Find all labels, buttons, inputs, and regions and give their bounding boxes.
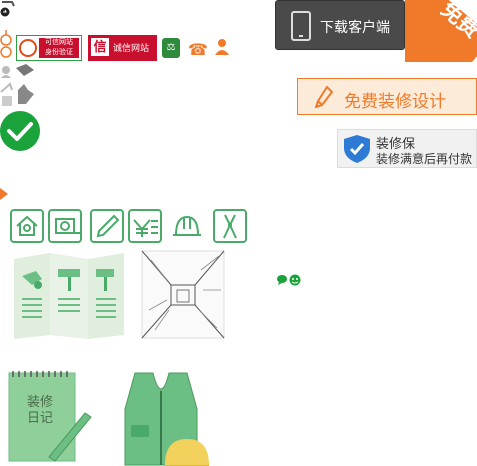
mobile-phone-icon: [291, 11, 311, 41]
interior-sketch-image: [141, 250, 225, 339]
diary-title-line2: 日记: [27, 411, 54, 426]
integrity-site-badge[interactable]: 信 诚信网站: [88, 35, 157, 61]
download-client-label: 下载客户端: [320, 19, 390, 35]
house-icon[interactable]: [10, 209, 44, 243]
shield-check-icon: [344, 135, 370, 163]
trusted-site-top: 可信网站: [45, 39, 73, 46]
free-design-button[interactable]: 免费装修设计: [297, 78, 477, 115]
integrity-site-label: 诚信网站: [113, 43, 150, 53]
section-arrow-icon: [0, 188, 8, 200]
guarantee-badge[interactable]: 装修保 装修满意后再付款: [337, 129, 477, 168]
trusted-site-bottom: 身份验证: [45, 49, 73, 56]
download-client-button[interactable]: 下载客户端: [275, 0, 405, 50]
police-shield-icon[interactable]: ⚖: [162, 38, 180, 58]
pen-icon: [315, 86, 333, 108]
decoration-diary-image: 装修 日记: [7, 369, 92, 464]
yuan-price-icon[interactable]: [128, 209, 162, 243]
floor-plan-brochure-image: [14, 253, 124, 339]
trusted-seal-icon: [19, 39, 37, 57]
user-icon[interactable]: [214, 38, 230, 56]
tape-measure-icon[interactable]: [48, 209, 82, 243]
free-design-label: 免费装修设计: [344, 92, 446, 111]
xin-char: 信: [91, 38, 109, 56]
pencil-icon[interactable]: [90, 209, 124, 243]
diary-title-line1: 装修: [27, 395, 54, 410]
chat-smiley-icons[interactable]: [276, 274, 302, 289]
trusted-site-badge[interactable]: 可信网站 身份验证: [16, 35, 82, 61]
check-circle-icon: [0, 111, 40, 151]
hard-hat-icon[interactable]: [170, 209, 204, 243]
free-ribbon: 免费: [405, 0, 477, 62]
guarantee-subtitle: 装修满意后再付款: [376, 152, 473, 166]
telephone-icon[interactable]: ☎: [188, 40, 208, 60]
pliers-icon[interactable]: [213, 209, 247, 243]
work-vest-helmet-image: [124, 372, 209, 466]
